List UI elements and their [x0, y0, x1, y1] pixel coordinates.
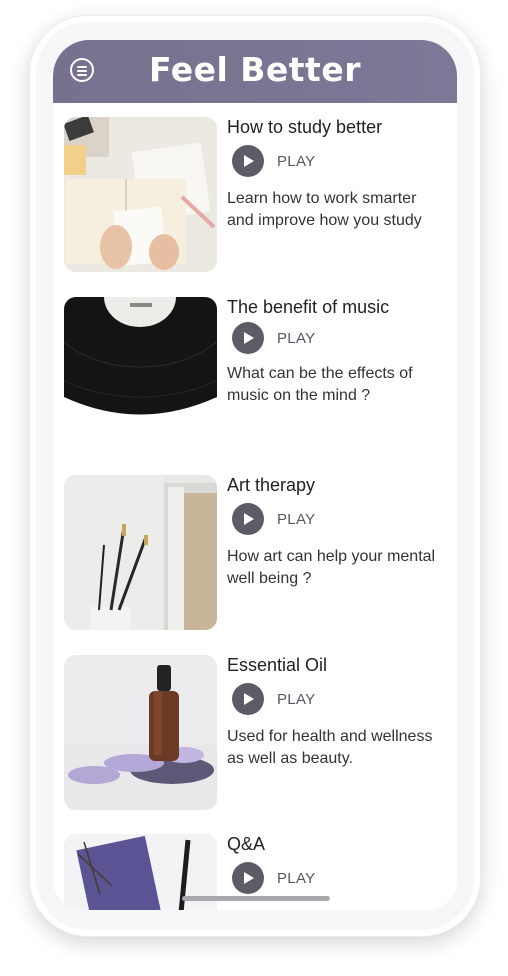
play-icon[interactable] [232, 503, 264, 535]
app-header: Feel Better [53, 40, 457, 103]
play-icon[interactable] [232, 862, 264, 894]
list-item-art[interactable]: Art therapy PLAY How art can help your m… [64, 461, 449, 630]
item-title: The benefit of music [227, 297, 390, 317]
item-description: Used for health and wellness as well as … [227, 728, 433, 767]
item-title: How to study better [227, 117, 383, 137]
app-screen: Feel Better How to study better PLAY Lea… [53, 40, 457, 910]
play-icon[interactable] [232, 145, 264, 177]
list-item-oil[interactable]: Essential Oil PLAY Used for health and w… [64, 641, 449, 810]
play-label[interactable]: PLAY [277, 691, 315, 708]
item-description: Learn how to work smarter and improve ho… [227, 190, 422, 229]
play-label[interactable]: PLAY [277, 330, 315, 347]
play-label[interactable]: PLAY [277, 870, 315, 887]
essential-oil-image [64, 655, 217, 810]
item-title: Q&A [227, 834, 266, 854]
item-title: Art therapy [227, 475, 316, 495]
play-label[interactable]: PLAY [277, 511, 315, 528]
item-description: What can be the effects of music on the … [227, 365, 413, 404]
home-indicator[interactable] [182, 896, 330, 901]
paint-brushes-image [64, 475, 217, 630]
study-notebook-image [64, 117, 217, 272]
play-label[interactable]: PLAY [277, 153, 315, 170]
play-icon[interactable] [232, 322, 264, 354]
item-title: Essential Oil [227, 655, 328, 675]
app-title: Feel Better [148, 50, 361, 89]
play-icon[interactable] [232, 683, 264, 715]
list-item-study[interactable]: How to study better PLAY Learn how to wo… [64, 103, 449, 272]
vinyl-record-image [64, 297, 217, 417]
list-item-music[interactable]: The benefit of music PLAY What can be th… [64, 283, 449, 439]
item-description: How art can help your mental well being … [227, 548, 436, 587]
